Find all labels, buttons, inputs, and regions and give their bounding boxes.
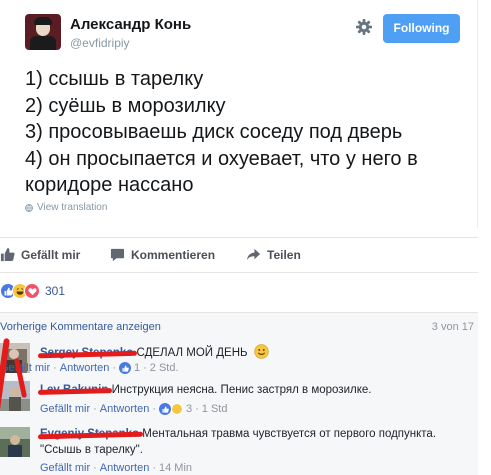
share-icon	[246, 248, 261, 261]
comment-author[interactable]: Sergey Stepanko	[37, 347, 138, 359]
comment-reply-link[interactable]: Antworten	[60, 362, 110, 374]
comment-body: Evgeniy Stepanko Ментальная травма чувст…	[37, 426, 472, 458]
embedded-tweet: Александр Конь @evfidripiy Following 1) …	[0, 0, 478, 228]
view-translation-label: View translation	[37, 202, 108, 213]
love-reaction-icon	[24, 283, 40, 299]
thumbs-up-icon	[0, 247, 15, 262]
like-button[interactable]: Gefällt mir	[0, 247, 80, 262]
comments-panel: Vorherige Kommentare anzeigen 3 von 17 S…	[0, 312, 478, 475]
tweet-line: 4) он просыпается и охуевает, что у него…	[25, 147, 418, 197]
comment-body: Sergey Stepanko СДЕЛАЛ МОЙ ДЕНЬ	[37, 344, 472, 361]
author-name[interactable]: Александр Конь	[70, 16, 191, 33]
comment-text: СДЕЛАЛ МОЙ ДЕНЬ	[133, 347, 248, 359]
share-label: Teilen	[267, 247, 301, 262]
share-button[interactable]: Teilen	[246, 247, 301, 262]
reaction-count[interactable]: 301	[45, 284, 65, 298]
comment-meta: Gefällt mir · Antworten · 1 · 2 Std.	[0, 362, 179, 374]
comment-time[interactable]: 14 Min	[159, 462, 192, 474]
comment-author[interactable]: Lev Bakunin	[37, 384, 113, 396]
comment-label: Kommentieren	[131, 247, 216, 262]
comment-reply-link[interactable]: Antworten	[100, 403, 150, 415]
reactions-summary[interactable]: 301	[0, 281, 65, 301]
comment-like-link[interactable]: Gefällt mir	[40, 462, 90, 474]
following-button[interactable]: Following	[383, 14, 460, 43]
comment-reply-link[interactable]: Antworten	[100, 462, 150, 474]
comment-like-link[interactable]: Gefällt mir	[0, 362, 50, 374]
comment-like-link[interactable]: Gefällt mir	[40, 403, 90, 415]
tweet-line: 3) просовываешь диск соседу под дверь	[25, 121, 403, 143]
comment-time[interactable]: 1 Std	[202, 403, 228, 415]
tweet-line: 1) ссышь в тарелку	[25, 68, 204, 90]
avatar[interactable]	[0, 427, 30, 457]
comment-button[interactable]: Kommentieren	[110, 247, 215, 262]
comment-text: Инструкция неясна. Пенис застрял в мороз…	[108, 384, 372, 396]
comment-author[interactable]: Evgeniy Stepanko	[37, 428, 144, 440]
tweet-line: 2) суёшь в морозилку	[25, 94, 226, 117]
previous-comments-link[interactable]: Vorherige Kommentare anzeigen	[0, 321, 161, 333]
post-action-bar: Gefällt mir Kommentieren Teilen	[0, 237, 478, 273]
comment-icon	[110, 248, 125, 262]
comment-reaction-count[interactable]: 3	[186, 403, 192, 415]
view-translation-link[interactable]: View translation	[25, 202, 107, 213]
gear-icon[interactable]	[354, 17, 374, 37]
comment-time[interactable]: 2 Std.	[150, 362, 179, 374]
globe-icon	[25, 203, 33, 212]
comment-count: 3 von 17	[431, 321, 474, 333]
comment-meta: Gefällt mir · Antworten · 14 Min	[40, 462, 193, 474]
comment-body: Lev Bakunin Инструкция неясна. Пенис зас…	[37, 382, 472, 398]
author-avatar[interactable]	[25, 14, 61, 50]
like-reaction-icon	[159, 403, 171, 415]
like-reaction-icon	[119, 362, 131, 374]
comment-meta: Gefällt mir · Antworten · 3 · 1 Std	[40, 403, 228, 415]
comment-reaction-count[interactable]: 1	[134, 362, 140, 374]
haha-reaction-icon	[171, 403, 183, 415]
smile-emoji-icon	[254, 344, 269, 359]
tweet-text: 1) ссышь в тарелку 2) суёшь в морозилку …	[25, 66, 465, 199]
like-label: Gefällt mir	[21, 247, 81, 262]
author-handle[interactable]: @evfidripiy	[70, 36, 130, 50]
